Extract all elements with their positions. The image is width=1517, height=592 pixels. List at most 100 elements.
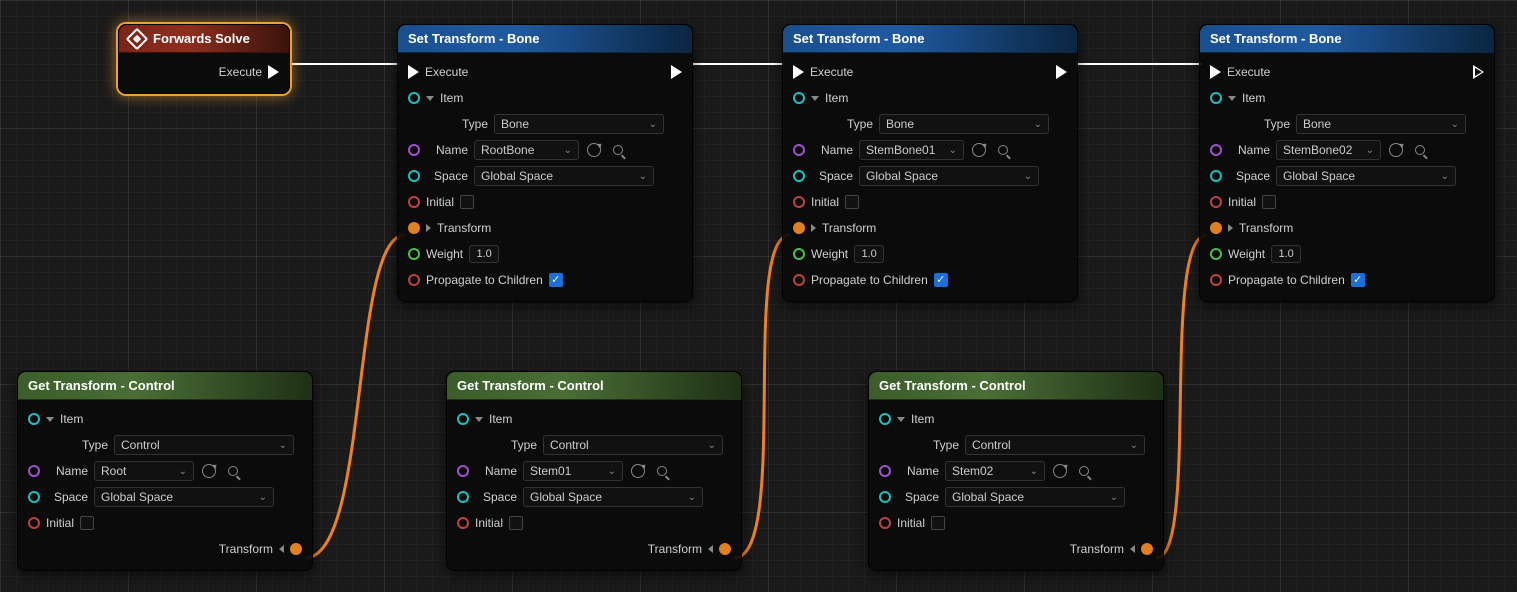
transform-out-pin[interactable]: [719, 543, 731, 555]
propagate-checkbox[interactable]: [549, 273, 563, 287]
reset-icon[interactable]: [629, 462, 647, 480]
exec-in-pin[interactable]: [408, 65, 419, 79]
initial-checkbox[interactable]: [509, 516, 523, 530]
reset-icon[interactable]: [200, 462, 218, 480]
weight-input[interactable]: 1.0: [469, 245, 499, 263]
browse-icon[interactable]: [1411, 141, 1429, 159]
space-dropdown[interactable]: Global Space⌄: [474, 166, 654, 186]
space-pin[interactable]: [1210, 170, 1222, 182]
weight-input[interactable]: 1.0: [854, 245, 884, 263]
space-pin[interactable]: [793, 170, 805, 182]
item-pin[interactable]: [408, 92, 420, 104]
expand-transform-icon[interactable]: [811, 224, 816, 232]
transform-out-pin[interactable]: [290, 543, 302, 555]
node-set-transform-bone[interactable]: Set Transform - Bone Execute Item Type B…: [782, 24, 1078, 302]
node-header[interactable]: Get Transform - Control: [18, 372, 312, 400]
initial-pin[interactable]: [28, 517, 40, 529]
initial-pin[interactable]: [457, 517, 469, 529]
name-pin[interactable]: [457, 465, 469, 477]
exec-out-pin[interactable]: [671, 65, 682, 79]
initial-pin[interactable]: [408, 196, 420, 208]
exec-out-pin[interactable]: [1056, 65, 1067, 79]
expand-transform-icon[interactable]: [279, 545, 284, 553]
propagate-pin[interactable]: [793, 274, 805, 286]
node-header[interactable]: Forwards Solve: [119, 25, 289, 53]
reset-icon[interactable]: [585, 141, 603, 159]
type-dropdown[interactable]: Bone⌄: [1296, 114, 1466, 134]
collapse-item-icon[interactable]: [811, 96, 819, 101]
initial-checkbox[interactable]: [1262, 195, 1276, 209]
space-dropdown[interactable]: Global Space⌄: [94, 487, 274, 507]
initial-checkbox[interactable]: [845, 195, 859, 209]
expand-transform-icon[interactable]: [708, 545, 713, 553]
space-dropdown[interactable]: Global Space⌄: [1276, 166, 1456, 186]
reset-icon[interactable]: [1051, 462, 1069, 480]
transform-pin[interactable]: [1210, 222, 1222, 234]
propagate-checkbox[interactable]: [934, 273, 948, 287]
node-header[interactable]: Set Transform - Bone: [1200, 25, 1494, 53]
item-pin[interactable]: [28, 413, 40, 425]
initial-pin[interactable]: [879, 517, 891, 529]
space-dropdown[interactable]: Global Space⌄: [523, 487, 703, 507]
name-dropdown[interactable]: StemBone01⌄: [859, 140, 964, 160]
node-header[interactable]: Get Transform - Control: [447, 372, 741, 400]
node-header[interactable]: Get Transform - Control: [869, 372, 1163, 400]
reset-icon[interactable]: [970, 141, 988, 159]
type-dropdown[interactable]: Control⌄: [965, 435, 1145, 455]
node-get-transform-control[interactable]: Get Transform - Control Item Type Contro…: [17, 371, 313, 571]
node-header[interactable]: Set Transform - Bone: [783, 25, 1077, 53]
reset-icon[interactable]: [1387, 141, 1405, 159]
weight-input[interactable]: 1.0: [1271, 245, 1301, 263]
expand-transform-icon[interactable]: [1228, 224, 1233, 232]
space-dropdown[interactable]: Global Space⌄: [859, 166, 1039, 186]
exec-out-pin[interactable]: [268, 65, 279, 79]
item-pin[interactable]: [793, 92, 805, 104]
node-get-transform-control[interactable]: Get Transform - Control Item Type Contro…: [446, 371, 742, 571]
propagate-checkbox[interactable]: [1351, 273, 1365, 287]
expand-transform-icon[interactable]: [1130, 545, 1135, 553]
item-pin[interactable]: [879, 413, 891, 425]
space-pin[interactable]: [28, 491, 40, 503]
browse-icon[interactable]: [653, 462, 671, 480]
item-pin[interactable]: [457, 413, 469, 425]
browse-icon[interactable]: [1075, 462, 1093, 480]
initial-pin[interactable]: [1210, 196, 1222, 208]
transform-out-pin[interactable]: [1141, 543, 1153, 555]
name-pin[interactable]: [793, 144, 805, 156]
node-set-transform-bone[interactable]: Set Transform - Bone Execute Item Type B…: [397, 24, 693, 302]
exec-in-pin[interactable]: [793, 65, 804, 79]
node-get-transform-control[interactable]: Get Transform - Control Item Type Contro…: [868, 371, 1164, 571]
type-dropdown[interactable]: Control⌄: [543, 435, 723, 455]
browse-icon[interactable]: [994, 141, 1012, 159]
transform-pin[interactable]: [408, 222, 420, 234]
browse-icon[interactable]: [224, 462, 242, 480]
propagate-pin[interactable]: [408, 274, 420, 286]
space-dropdown[interactable]: Global Space⌄: [945, 487, 1125, 507]
name-dropdown[interactable]: Stem02⌄: [945, 461, 1045, 481]
propagate-pin[interactable]: [1210, 274, 1222, 286]
item-pin[interactable]: [1210, 92, 1222, 104]
space-pin[interactable]: [408, 170, 420, 182]
node-forwards-solve[interactable]: Forwards Solve Execute: [118, 24, 290, 94]
space-pin[interactable]: [879, 491, 891, 503]
name-pin[interactable]: [879, 465, 891, 477]
collapse-item-icon[interactable]: [46, 417, 54, 422]
name-dropdown[interactable]: StemBone02⌄: [1276, 140, 1381, 160]
collapse-item-icon[interactable]: [475, 417, 483, 422]
exec-in-pin[interactable]: [1210, 65, 1221, 79]
collapse-item-icon[interactable]: [426, 96, 434, 101]
name-pin[interactable]: [1210, 144, 1222, 156]
initial-checkbox[interactable]: [931, 516, 945, 530]
transform-pin[interactable]: [793, 222, 805, 234]
type-dropdown[interactable]: Control⌄: [114, 435, 294, 455]
name-dropdown[interactable]: Root⌄: [94, 461, 194, 481]
initial-pin[interactable]: [793, 196, 805, 208]
weight-pin[interactable]: [408, 248, 420, 260]
name-pin[interactable]: [408, 144, 420, 156]
initial-checkbox[interactable]: [80, 516, 94, 530]
collapse-item-icon[interactable]: [897, 417, 905, 422]
name-dropdown[interactable]: Stem01⌄: [523, 461, 623, 481]
name-dropdown[interactable]: RootBone⌄: [474, 140, 579, 160]
browse-icon[interactable]: [609, 141, 627, 159]
node-set-transform-bone[interactable]: Set Transform - Bone Execute Item Type B…: [1199, 24, 1495, 302]
